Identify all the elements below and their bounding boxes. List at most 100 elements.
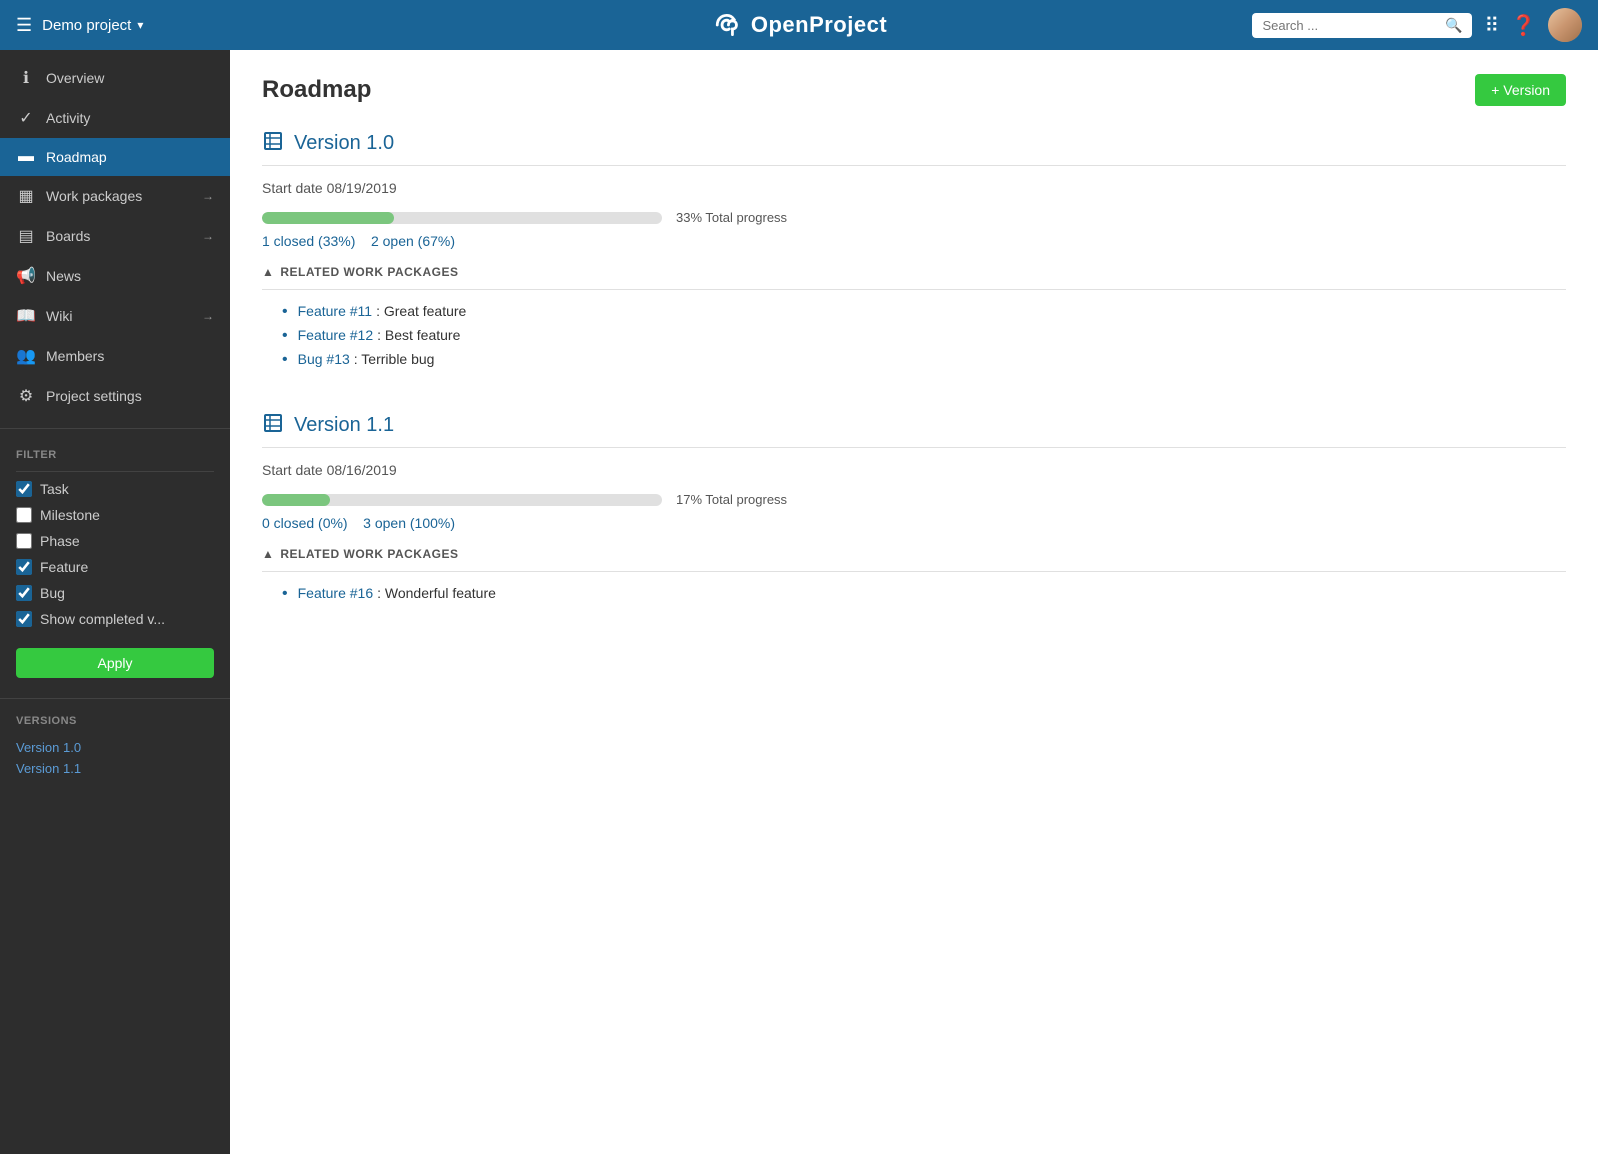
showcompleted-label[interactable]: Show completed v... [40, 611, 165, 627]
projectsettings-icon: ⚙ [16, 386, 36, 406]
sidebar-projectsettings-label: Project settings [46, 388, 214, 404]
version-10-start-date: Start date 08/19/2019 [262, 180, 1566, 196]
version-11-divider [262, 447, 1566, 448]
version-card-10: Version 1.0 Start date 08/19/2019 33% To… [262, 130, 1566, 372]
project-selector[interactable]: Demo project ▾ [42, 17, 143, 34]
version-11-progress-bar [262, 494, 662, 506]
bug-checkbox[interactable] [16, 585, 32, 601]
apply-button[interactable]: Apply [16, 648, 214, 678]
feature-label[interactable]: Feature [40, 559, 88, 575]
milestone-checkbox[interactable] [16, 507, 32, 523]
sidebar-item-roadmap[interactable]: ▬ Roadmap [0, 138, 230, 176]
sidebar-item-workpackages[interactable]: ▦ Work packages → [0, 176, 230, 216]
boards-icon: ▤ [16, 226, 36, 246]
avatar-image [1548, 8, 1582, 42]
phase-checkbox[interactable] [16, 533, 32, 549]
version-11-title[interactable]: Version 1.1 [294, 414, 394, 437]
main-content: Roadmap + Version Version 1.0 Start date… [230, 50, 1598, 1154]
version-11-closed-count[interactable]: 0 closed (0%) [262, 515, 348, 531]
wp-link-12[interactable]: Feature #12 [298, 327, 374, 343]
sidebar-divider-2 [0, 698, 230, 699]
filter-phase[interactable]: Phase [16, 528, 214, 554]
sidebar-item-boards[interactable]: ▤ Boards → [0, 216, 230, 256]
wp-link-11[interactable]: Feature #11 [298, 303, 372, 319]
version-10-title[interactable]: Version 1.0 [294, 132, 394, 155]
add-version-button[interactable]: + Version [1475, 74, 1566, 106]
news-icon: 📢 [16, 266, 36, 286]
filter-milestone[interactable]: Milestone [16, 502, 214, 528]
phase-label[interactable]: Phase [40, 533, 80, 549]
avatar[interactable] [1548, 8, 1582, 42]
wp-desc-12: : Best feature [377, 327, 460, 343]
version-11-related-divider [262, 571, 1566, 572]
sidebar-item-members[interactable]: 👥 Members [0, 336, 230, 376]
filter-section: FILTER Task Milestone Phase Feature Bug [0, 433, 230, 640]
sidebar-boards-label: Boards [46, 228, 192, 244]
project-dropdown-arrow: ▾ [137, 18, 143, 32]
version-11-related-header[interactable]: ▲ RELATED WORK PACKAGES [262, 547, 1566, 561]
version-10-related-header[interactable]: ▲ RELATED WORK PACKAGES [262, 265, 1566, 279]
task-label[interactable]: Task [40, 481, 69, 497]
version-10-header: Version 1.0 [262, 130, 1566, 157]
sidebar-workpackages-label: Work packages [46, 188, 192, 204]
sidebar-version-link-11[interactable]: Version 1.1 [16, 758, 214, 779]
search-box[interactable]: 🔍 [1252, 13, 1472, 38]
workpackages-icon: ▦ [16, 186, 36, 206]
wp-link-13[interactable]: Bug #13 [298, 351, 350, 367]
sidebar-item-wiki[interactable]: 📖 Wiki → [0, 296, 230, 336]
filter-task[interactable]: Task [16, 476, 214, 502]
sidebar-version-link-10[interactable]: Version 1.0 [16, 737, 214, 758]
wp-desc-13: : Terrible bug [354, 351, 435, 367]
filter-feature[interactable]: Feature [16, 554, 214, 580]
version-10-progress-label: 33% Total progress [676, 210, 787, 225]
boards-arrow-icon: → [202, 229, 214, 243]
collapse-icon-11: ▲ [262, 547, 274, 561]
openproject-logo-icon [711, 9, 743, 41]
versions-title: VERSIONS [16, 715, 214, 727]
version-11-progress-fill [262, 494, 330, 506]
top-navigation: ☰ Demo project ▾ OpenProject 🔍 ⠿ ❓ [0, 0, 1598, 50]
wp-desc-11: : Great feature [376, 303, 466, 319]
wp-link-16[interactable]: Feature #16 [298, 585, 374, 601]
version-11-open-count[interactable]: 3 open (100%) [363, 515, 455, 531]
filter-title: FILTER [16, 449, 214, 461]
filter-bug[interactable]: Bug [16, 580, 214, 606]
task-checkbox[interactable] [16, 481, 32, 497]
work-package-16: Feature #16: Wonderful feature [262, 582, 1566, 606]
hamburger-icon[interactable]: ☰ [16, 15, 32, 36]
version-10-progress-fill [262, 212, 394, 224]
wp-desc-16: : Wonderful feature [377, 585, 496, 601]
page-title: Roadmap [262, 76, 371, 104]
help-icon[interactable]: ❓ [1511, 13, 1536, 38]
roadmap-icon: ▬ [16, 148, 36, 166]
versions-section: VERSIONS Version 1.0 Version 1.1 [0, 703, 230, 791]
activity-icon: ✓ [16, 108, 36, 128]
sidebar-item-activity[interactable]: ✓ Activity [0, 98, 230, 138]
wiki-icon: 📖 [16, 306, 36, 326]
version-card-11: Version 1.1 Start date 08/16/2019 17% To… [262, 412, 1566, 606]
milestone-label[interactable]: Milestone [40, 507, 100, 523]
version-10-related-divider [262, 289, 1566, 290]
sidebar-item-overview[interactable]: ℹ Overview [0, 58, 230, 98]
version-10-progress-container: 33% Total progress [262, 210, 1566, 225]
version-10-divider [262, 165, 1566, 166]
sidebar-roadmap-label: Roadmap [46, 149, 214, 165]
showcompleted-checkbox[interactable] [16, 611, 32, 627]
version-10-closed-count[interactable]: 1 closed (33%) [262, 233, 355, 249]
feature-checkbox[interactable] [16, 559, 32, 575]
version-11-progress-container: 17% Total progress [262, 492, 1566, 507]
search-input[interactable] [1262, 18, 1439, 33]
version-11-start-date: Start date 08/16/2019 [262, 462, 1566, 478]
bug-label[interactable]: Bug [40, 585, 65, 601]
grid-icon[interactable]: ⠿ [1484, 13, 1499, 38]
work-package-11: Feature #11: Great feature [262, 300, 1566, 324]
sidebar-news-label: News [46, 268, 214, 284]
sidebar-item-news[interactable]: 📢 News [0, 256, 230, 296]
sidebar-overview-label: Overview [46, 70, 214, 86]
sidebar-wiki-label: Wiki [46, 308, 192, 324]
sidebar-item-projectsettings[interactable]: ⚙ Project settings [0, 376, 230, 416]
sidebar-navigation: ℹ Overview ✓ Activity ▬ Roadmap ▦ Work p… [0, 50, 230, 424]
filter-showcompleted[interactable]: Show completed v... [16, 606, 214, 632]
main-layout: ℹ Overview ✓ Activity ▬ Roadmap ▦ Work p… [0, 50, 1598, 1154]
version-10-open-count[interactable]: 2 open (67%) [371, 233, 455, 249]
